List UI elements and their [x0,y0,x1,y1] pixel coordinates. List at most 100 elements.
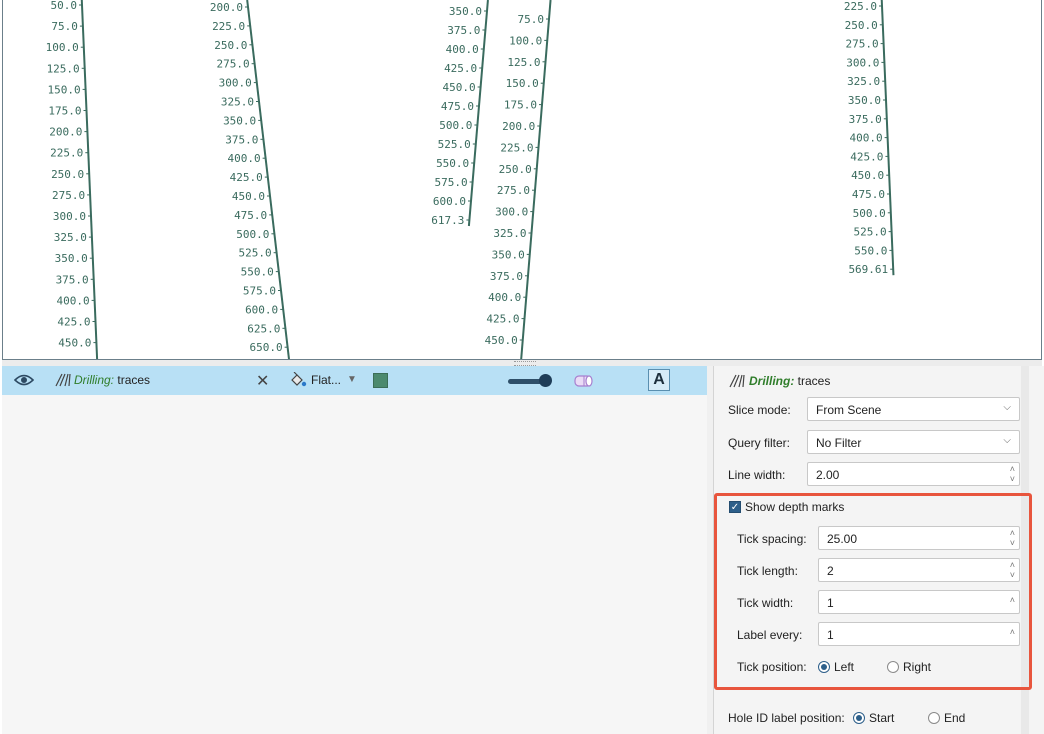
drillhole-traces-canvas: 50.0 75.0 100.0 125.0 150.0 175.0 200.0 225.0 25… [46,0,895,359]
depth-label: 525.0 [853,226,886,239]
scene-layers-panel: Drilling: traces ✕ Flat... ▼ A [2,366,708,734]
tick-spacing-spinner[interactable]: 25.00 ˄ ˅ [818,526,1020,550]
cylinder-icon[interactable] [573,374,595,388]
slice-mode-value: From Scene [816,403,882,417]
show-depth-marks-checkbox[interactable]: ✓ [729,501,741,513]
eye-icon[interactable] [14,373,34,387]
depth-label: 150.0 [47,83,80,96]
depth-label: 500.0 [439,119,472,132]
drillhole-trace [520,0,552,359]
depth-label: 450.0 [851,169,884,182]
depth-label: 375.0 [447,24,480,37]
fill-mode-label[interactable]: Flat... [311,373,341,387]
labels-toggle-button[interactable]: A [648,369,670,391]
tick-position-left-radio[interactable] [818,661,830,673]
depth-label: 350.0 [449,5,482,18]
depth-label: 475.0 [852,188,885,201]
tick-length-spinner[interactable]: 2 ˄ ˅ [818,558,1020,582]
tick-position-right-label: Right [903,660,932,674]
label-every-spinner[interactable]: 1 ˄ [818,622,1020,646]
tick-spacing-label: Tick spacing: [737,532,807,546]
depth-label: 525.0 [238,247,271,260]
depth-label: 275.0 [216,58,249,71]
tick-width-spinner[interactable]: 1 ˄ [818,590,1020,614]
properties-title-prefix: Drilling: [749,374,795,388]
holeid-end-radio[interactable] [928,712,940,724]
depth-label: 200.0 [502,120,535,133]
properties-title-name: traces [797,374,831,388]
depth-label: 625.0 [247,322,280,335]
depth-label: 75.0 [51,20,78,33]
depth-label: 400.0 [56,294,89,307]
depth-label: 250.0 [845,19,878,32]
depth-label: 450.0 [485,334,518,347]
chevron-down-icon[interactable]: ▼ [347,374,357,385]
label-every-label: Label every: [737,628,803,642]
depth-label: 300.0 [53,210,86,223]
depth-label: 600.0 [433,195,466,208]
depth-label: 650.0 [249,341,282,354]
depth-label: 375.0 [849,113,882,126]
depth-label: 100.0 [46,41,79,54]
holeid-start-radio[interactable] [853,712,865,724]
depth-label: 250.0 [51,168,84,181]
depth-label: 400.0 [446,43,479,56]
query-filter-dropdown[interactable]: No Filter ⌵ [807,430,1020,454]
paint-bucket-icon[interactable] [289,372,307,388]
depth-label: 550.0 [241,266,274,279]
slice-mode-dropdown[interactable]: From Scene ⌵ [807,397,1020,421]
3d-scene-view[interactable]: 50.0 75.0 100.0 125.0 150.0 175.0 200.0 225.0 25… [2,0,1042,360]
depth-label: 350.0 [55,252,88,265]
depth-label: 375.0 [490,270,523,283]
line-width-value: 2.00 [816,468,840,482]
spin-arrows-icon[interactable]: ˄ ˅ [1010,560,1015,580]
depth-label: 500.0 [236,228,269,241]
line-width-spinner[interactable]: 2.00 ˄ ˅ [807,462,1020,486]
drilling-icon [55,373,71,387]
slice-mode-label: Slice mode: [728,403,791,417]
depth-label: 400.0 [488,291,521,304]
tick-width-value: 1 [827,596,834,610]
depth-label: 275.0 [52,189,85,202]
depth-label: 550.0 [436,157,469,170]
query-filter-value: No Filter [816,436,862,450]
depth-label: 225.0 [844,0,877,13]
tick-position-label: Tick position: [737,660,807,674]
depth-label: 475.0 [234,209,267,222]
depth-label: 225.0 [500,141,533,154]
depth-label: 475.0 [441,100,474,113]
depth-label: 569.61 [848,263,888,276]
tick-position-left-label: Left [834,660,855,674]
depth-label: 375.0 [56,273,89,286]
close-icon[interactable]: ✕ [256,371,269,391]
tick-position-right-radio[interactable] [887,661,899,673]
drilling-icon [729,374,745,388]
query-filter-label: Query filter: [728,436,791,450]
depth-label: 425.0 [850,150,883,163]
label-every-value: 1 [827,628,834,642]
depth-label: 275.0 [845,38,878,51]
depth-label: 425.0 [486,313,519,326]
properties-panel: Drilling: traces Slice mode: From Scene … [713,366,1044,734]
depth-label: 617.3 [431,214,464,227]
color-swatch[interactable] [373,373,388,388]
show-depth-marks-label: Show depth marks [745,500,845,514]
tick-spacing-value: 25.00 [827,532,858,546]
depth-label: 450.0 [58,337,91,350]
depth-label: 600.0 [245,303,278,316]
opacity-slider-thumb[interactable] [539,374,552,387]
depth-label: 350.0 [223,114,256,127]
spin-up-icon[interactable]: ˄ [1010,627,1015,637]
layer-row-traces[interactable]: Drilling: traces ✕ Flat... ▼ A [2,366,707,395]
depth-label: 425.0 [57,316,90,329]
depth-label: 450.0 [232,190,265,203]
depth-label: 450.0 [442,81,475,94]
depth-label: 250.0 [214,39,247,52]
properties-scrollbar[interactable] [1021,366,1029,734]
depth-label: 575.0 [434,176,467,189]
spin-arrows-icon[interactable]: ˄ ˅ [1010,528,1015,548]
depth-label: 525.0 [438,138,471,151]
spin-arrows-icon[interactable]: ˄ ˅ [1010,464,1015,484]
depth-label: 400.0 [227,152,260,165]
spin-up-icon[interactable]: ˄ [1010,595,1015,605]
